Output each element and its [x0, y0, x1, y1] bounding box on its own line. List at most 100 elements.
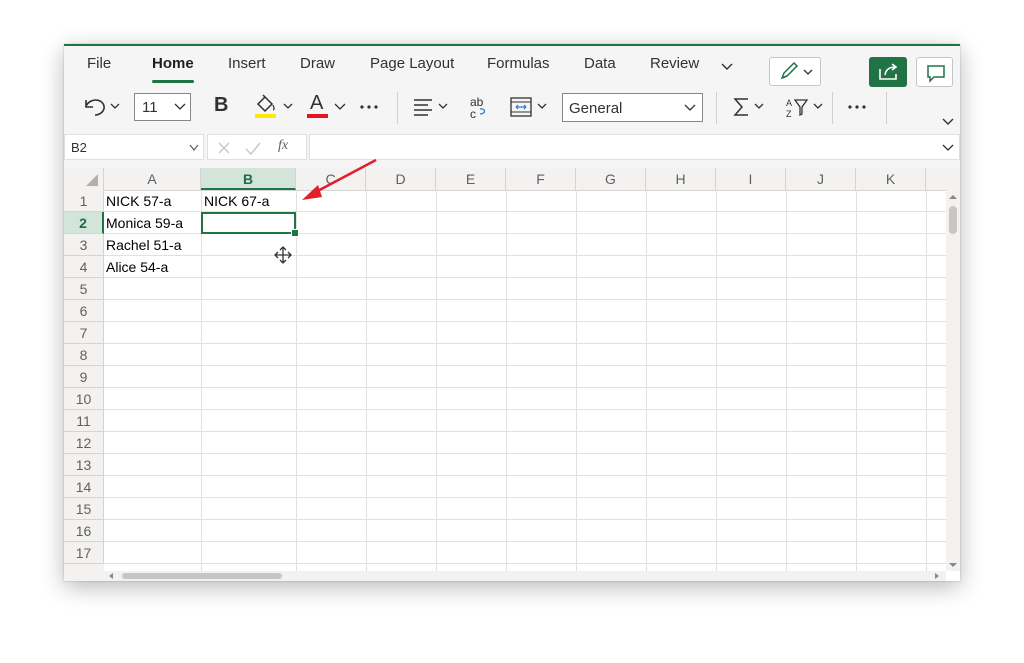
merge-cells-icon[interactable] — [508, 88, 552, 124]
column-header-h[interactable]: H — [646, 168, 716, 190]
more-font-options-icon[interactable] — [358, 88, 382, 124]
cell-a1[interactable]: NICK 57-a — [106, 190, 171, 212]
ribbon-divider — [397, 92, 398, 124]
column-header-j[interactable]: J — [786, 168, 856, 190]
row-header-7[interactable]: 7 — [64, 322, 104, 344]
number-format-value: General — [569, 100, 623, 117]
row-header-10[interactable]: 10 — [64, 388, 104, 410]
gridline — [104, 563, 946, 564]
scroll-down-icon[interactable] — [948, 561, 958, 569]
vertical-scroll-thumb[interactable] — [949, 206, 957, 234]
tab-data[interactable]: Data — [584, 55, 616, 72]
select-all-triangle-icon — [86, 174, 98, 186]
column-header-b[interactable]: B — [201, 168, 296, 190]
svg-text:c: c — [470, 107, 476, 121]
expand-ribbon-chevron-icon[interactable] — [940, 114, 956, 130]
column-header-e[interactable]: E — [436, 168, 506, 190]
expand-formula-bar-chevron-icon[interactable] — [942, 143, 954, 153]
selected-cell-b2[interactable] — [201, 212, 296, 234]
tab-formulas[interactable]: Formulas — [487, 55, 550, 72]
autosum-icon[interactable] — [730, 88, 774, 124]
comments-button[interactable] — [916, 57, 953, 87]
share-button[interactable] — [869, 57, 907, 87]
chevron-down-icon — [684, 104, 696, 111]
formula-input[interactable] — [309, 134, 960, 160]
column-header-k[interactable]: K — [856, 168, 926, 190]
ribbon-divider — [886, 92, 887, 124]
row-header-11[interactable]: 11 — [64, 410, 104, 432]
fill-handle[interactable] — [291, 229, 299, 237]
sort-filter-icon[interactable]: A Z — [782, 88, 828, 124]
row-header-15[interactable]: 15 — [64, 498, 104, 520]
fill-color-icon[interactable] — [250, 88, 296, 124]
vertical-scrollbar[interactable] — [946, 190, 960, 571]
insert-function-button[interactable]: fx — [278, 138, 288, 154]
cell-a2[interactable]: Monica 59-a — [106, 212, 183, 234]
gridline — [104, 453, 946, 454]
cell-b1[interactable]: NICK 67-a — [204, 190, 269, 212]
tab-review[interactable]: Review — [650, 55, 699, 72]
row-header-12[interactable]: 12 — [64, 432, 104, 454]
tab-page-layout[interactable]: Page Layout — [370, 55, 454, 72]
row-header-2[interactable]: 2 — [64, 212, 104, 234]
column-header-i[interactable]: I — [716, 168, 786, 190]
scroll-left-icon[interactable] — [107, 572, 115, 580]
tab-home[interactable]: Home — [152, 55, 194, 83]
horizontal-scrollbar[interactable] — [104, 571, 946, 581]
chevron-down-icon — [334, 103, 346, 110]
enter-check-icon[interactable] — [244, 140, 262, 156]
move-cursor-icon — [274, 246, 292, 264]
tab-insert[interactable]: Insert — [228, 55, 266, 72]
column-header-a[interactable]: A — [104, 168, 201, 190]
font-color-swatch — [307, 114, 328, 118]
tab-file[interactable]: File — [87, 55, 111, 72]
select-all-corner[interactable] — [64, 168, 104, 190]
ribbon-toolbar: 11 B A ab c General A Z — [64, 88, 960, 128]
wrap-text-icon[interactable]: ab c — [466, 88, 496, 124]
svg-text:Z: Z — [786, 109, 792, 119]
row-header-17[interactable]: 17 — [64, 542, 104, 564]
row-header-9[interactable]: 9 — [64, 366, 104, 388]
align-icon[interactable] — [411, 88, 455, 124]
row-header-14[interactable]: 14 — [64, 476, 104, 498]
cancel-icon[interactable] — [216, 140, 232, 156]
column-header-g[interactable]: G — [576, 168, 646, 190]
excel-window: File Home Insert Draw Page Layout Formul… — [64, 44, 960, 581]
ribbon-divider — [716, 92, 717, 124]
row-header-3[interactable]: 3 — [64, 234, 104, 256]
font-size-select[interactable]: 11 — [134, 93, 191, 121]
row-header-5[interactable]: 5 — [64, 278, 104, 300]
scroll-up-icon[interactable] — [948, 193, 958, 201]
scroll-right-icon[interactable] — [933, 572, 941, 580]
cell-a4[interactable]: Alice 54-a — [106, 256, 168, 278]
gridline — [104, 409, 946, 410]
number-format-select[interactable]: General — [562, 93, 703, 122]
name-box[interactable]: B2 — [64, 134, 204, 160]
more-tabs-chevron-icon[interactable] — [720, 59, 734, 73]
annotation-arrow-icon — [302, 158, 377, 200]
row-header-6[interactable]: 6 — [64, 300, 104, 322]
gridline — [576, 190, 577, 581]
gridline — [786, 190, 787, 581]
horizontal-scroll-thumb[interactable] — [122, 573, 282, 579]
cell-a3[interactable]: Rachel 51-a — [106, 234, 182, 256]
gridline — [366, 190, 367, 581]
gridline — [716, 190, 717, 581]
row-header-16[interactable]: 16 — [64, 520, 104, 542]
column-header-f[interactable]: F — [506, 168, 576, 190]
row-header-8[interactable]: 8 — [64, 344, 104, 366]
gridline — [104, 541, 946, 542]
gridline — [646, 190, 647, 581]
font-color-button[interactable]: A — [306, 88, 350, 124]
font-size-value: 11 — [142, 99, 158, 116]
row-header-4[interactable]: 4 — [64, 256, 104, 278]
undo-icon[interactable] — [80, 88, 124, 124]
row-header-1[interactable]: 1 — [64, 190, 104, 212]
tab-draw[interactable]: Draw — [300, 55, 335, 72]
worksheet-grid: A B C D E F G H I J K 1 2 3 4 5 6 7 8 9 … — [64, 168, 960, 581]
more-options-icon[interactable] — [846, 88, 870, 124]
editing-mode-button[interactable] — [769, 57, 821, 86]
bold-button[interactable]: B — [214, 94, 228, 117]
row-header-13[interactable]: 13 — [64, 454, 104, 476]
gridline — [104, 475, 946, 476]
